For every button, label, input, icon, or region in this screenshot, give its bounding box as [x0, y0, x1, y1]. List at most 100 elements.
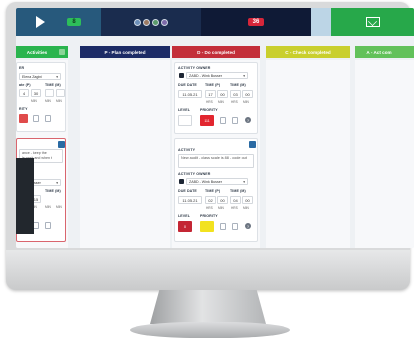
column-check	[266, 60, 350, 248]
help-icon[interactable]: ?	[245, 223, 251, 229]
toolbar-section-play: 8	[16, 8, 101, 36]
level-field[interactable]: 0	[178, 221, 192, 232]
owner-label: ACTIVITY OWNER	[178, 172, 211, 176]
time-field[interactable]: 00	[217, 90, 228, 98]
time-m-label: TIME (M)	[230, 83, 246, 87]
priority-indicator[interactable]	[200, 221, 214, 232]
monitor-chin	[6, 250, 410, 290]
activity-text: New audit - class scale is 88 - code out	[181, 156, 247, 160]
mail-icon[interactable]	[365, 17, 380, 27]
owner-select[interactable]: Elena Zagini ▾	[19, 73, 61, 80]
time-value: 02	[208, 197, 213, 203]
time-field[interactable]: 02	[205, 196, 216, 204]
activity-card[interactable]: ER Elena Zagini ▾ ate (P) TIME (M) 4 30 …	[16, 62, 66, 132]
avatar[interactable]	[134, 18, 141, 26]
priority-value: 111	[204, 118, 210, 123]
column-header-check: C - Check completed	[266, 46, 350, 58]
due-date-label: ate (P)	[19, 83, 31, 87]
level-field[interactable]	[178, 115, 192, 126]
bookmark-icon[interactable]	[249, 141, 256, 148]
column-title: P - Plan completed	[104, 49, 146, 55]
activity-card[interactable]: ACTIVITY OWNER ZABD - Wink Busser ▾ DUE …	[174, 62, 258, 134]
user-icon	[179, 179, 184, 184]
column-title: D - Do completed	[197, 49, 235, 55]
owner-select[interactable]: ZABD - Wink Busser ▾	[186, 72, 248, 79]
time-value: 00	[245, 197, 250, 203]
activity-label: ACTIVITY	[178, 148, 196, 152]
priority-label: RITY	[19, 107, 28, 111]
due-date-value: 11.05.21	[182, 91, 198, 97]
bookmark-icon[interactable]	[58, 141, 65, 148]
delete-icon[interactable]	[45, 222, 51, 229]
priority-label: PRIORITY	[200, 108, 218, 112]
edit-icon[interactable]	[220, 223, 226, 230]
edit-icon[interactable]	[33, 115, 39, 122]
due-date-value: 4	[22, 90, 26, 96]
time-field[interactable]: 17	[205, 90, 216, 98]
column-title: Activities	[26, 49, 48, 55]
due-date-field[interactable]: 11.05.21	[178, 90, 202, 98]
unit-label: MIN	[56, 205, 62, 209]
priority-indicator[interactable]: 111	[200, 115, 214, 126]
play-icon[interactable]	[36, 16, 46, 28]
monitor-stand-base	[130, 322, 290, 338]
time-field[interactable]: 00	[217, 196, 228, 204]
user-icon	[179, 73, 184, 78]
unit-label: MIN	[218, 100, 224, 104]
due-date-label: DUE DATE	[178, 189, 197, 193]
time-field[interactable]: 00	[242, 196, 253, 204]
activity-card[interactable]: ACTIVITY New audit - class scale is 88 -…	[174, 138, 258, 242]
owner-select[interactable]: ZABD - Wink Busser ▾	[186, 178, 248, 185]
time-value: 17	[208, 91, 213, 97]
due-date-field[interactable]: 4	[19, 89, 29, 97]
unit-label: MIN	[56, 99, 62, 103]
time-field[interactable]: 03	[230, 90, 241, 98]
priority-indicator[interactable]	[19, 114, 28, 123]
avatar[interactable]	[161, 18, 168, 26]
time-field[interactable]: 04	[230, 196, 241, 204]
delete-icon[interactable]	[45, 115, 51, 122]
time-value: 00	[220, 197, 225, 203]
delete-icon[interactable]	[232, 223, 238, 230]
due-date-value: 11.05.21	[182, 197, 198, 203]
unit-label: MIN	[243, 206, 249, 210]
delete-icon[interactable]	[232, 117, 238, 124]
help-icon[interactable]: ?	[245, 117, 251, 123]
owner-label: ACTIVITY OWNER	[178, 66, 211, 70]
avatar[interactable]	[152, 18, 159, 26]
unit-label: MIN	[31, 99, 37, 103]
column-header-plan: P - Plan completed	[80, 46, 170, 58]
add-icon[interactable]	[59, 49, 65, 55]
due-date-field[interactable]: 11.05.21	[178, 196, 202, 204]
time-field[interactable]: 30	[31, 89, 41, 97]
time-value: 00	[245, 91, 250, 97]
priority-label: PRIORITY	[200, 214, 218, 218]
monitor: 8 36 8 Activities	[0, 0, 414, 345]
column-plan	[80, 60, 170, 248]
badge-count-green: 8	[67, 18, 81, 26]
window-shadow-edge	[16, 158, 34, 234]
unit-label: HRS	[231, 206, 238, 210]
owner-value: Elena Zagini	[22, 74, 42, 79]
activity-description[interactable]: New audit - class scale is 88 - code out	[178, 154, 254, 168]
time-value: 00	[220, 91, 225, 97]
time-label: TIME (M)	[45, 83, 61, 87]
avatar[interactable]	[143, 18, 150, 26]
time-field[interactable]: 00	[242, 90, 253, 98]
time-label: TIME (M)	[45, 189, 61, 193]
owner-value: ZABD - Wink Busser	[189, 179, 222, 184]
time-field[interactable]	[45, 89, 54, 97]
chevron-down-icon: ▾	[56, 74, 58, 79]
time-value: 04	[233, 197, 238, 203]
time-value: 15	[33, 196, 39, 202]
column-title: C - Check completed	[285, 49, 331, 55]
app-screen: 8 36 8 Activities	[16, 8, 414, 248]
unit-label: MIN	[218, 206, 224, 210]
unit-label: HRS	[231, 100, 238, 104]
time-field[interactable]	[56, 89, 65, 97]
toolbar-section-count: 36	[201, 8, 311, 36]
time-value: 30	[33, 90, 39, 96]
team-avatars[interactable]	[134, 18, 168, 26]
edit-icon[interactable]	[220, 117, 226, 124]
column-act	[355, 60, 414, 248]
